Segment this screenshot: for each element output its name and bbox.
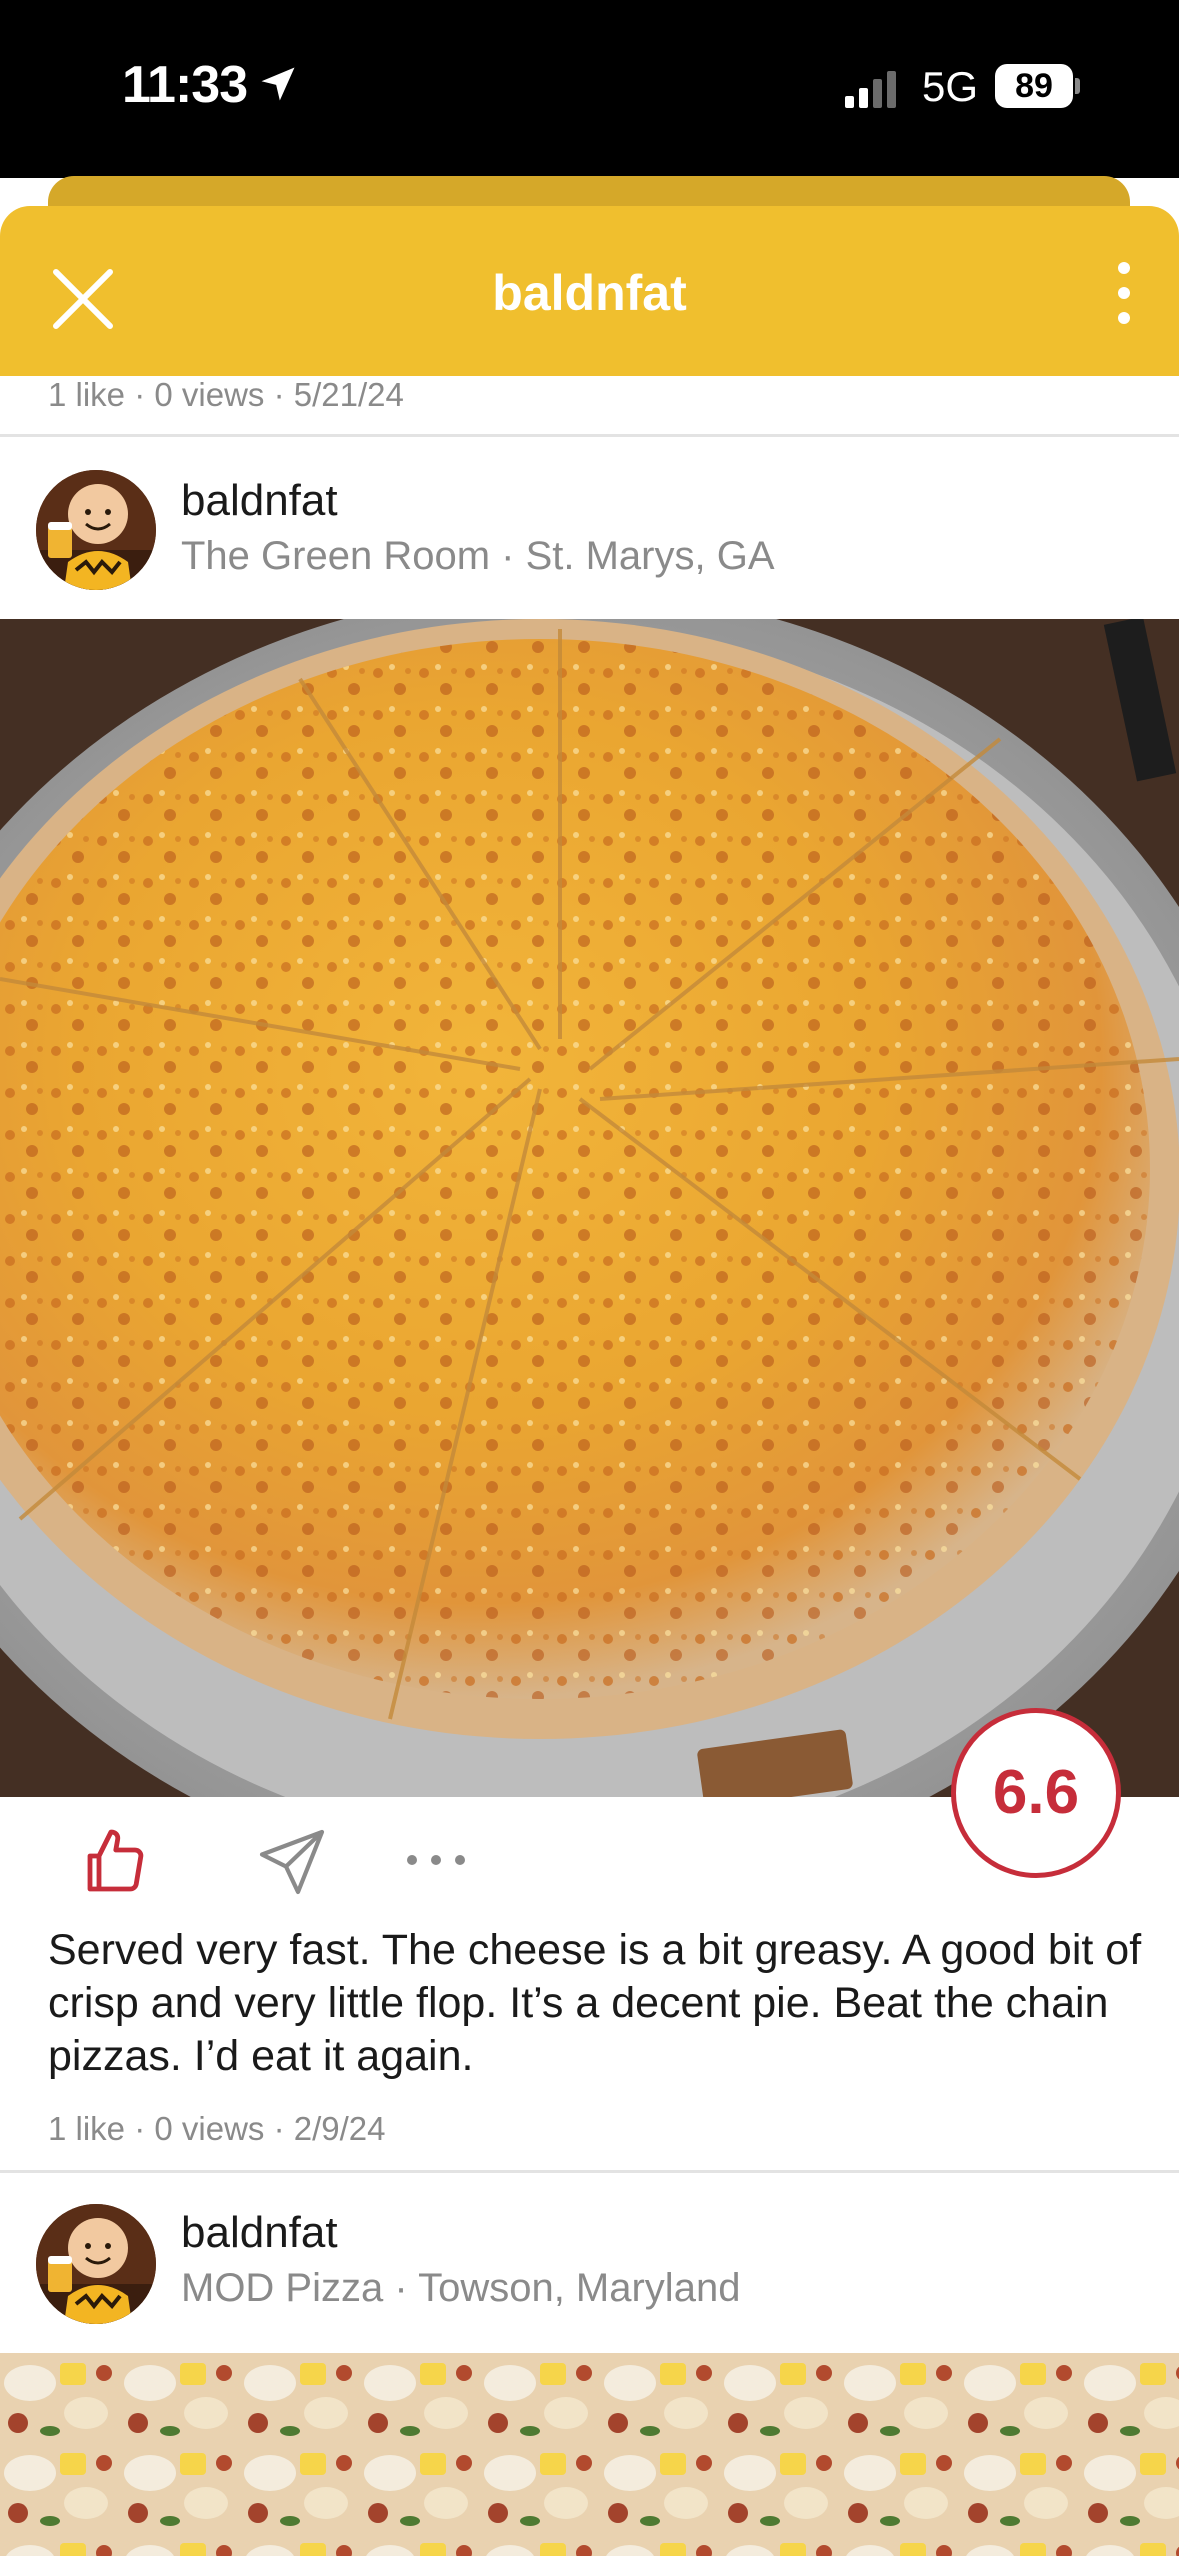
post-author[interactable]: baldnfat bbox=[181, 2208, 338, 2258]
signal-icon bbox=[845, 71, 896, 108]
more-horizontal-icon[interactable] bbox=[404, 1848, 468, 1872]
rating-badge: 6.6 bbox=[951, 1708, 1121, 1878]
divider bbox=[0, 2170, 1179, 2173]
more-vertical-icon[interactable] bbox=[1104, 258, 1144, 328]
page-title: baldnfat bbox=[492, 265, 687, 321]
post-header[interactable]: baldnfat The Green Room · St. Marys, GA bbox=[0, 440, 1179, 620]
network-type: 5G bbox=[922, 63, 979, 110]
avatar[interactable] bbox=[36, 470, 156, 590]
header-bar: baldnfat bbox=[0, 206, 1179, 376]
review-text: Served very fast. The cheese is a bit gr… bbox=[48, 1926, 1142, 2080]
status-time: 11:33 bbox=[122, 56, 248, 114]
post-location[interactable]: MOD Pizza · Towson, Maryland bbox=[181, 2266, 740, 2311]
post-author[interactable]: baldnfat bbox=[181, 476, 338, 526]
status-bar: 11:33 5G 89 bbox=[0, 0, 1179, 178]
avatar[interactable] bbox=[36, 2204, 156, 2324]
battery-tip bbox=[1075, 78, 1080, 94]
post-photo[interactable] bbox=[0, 2353, 1179, 2556]
post-location[interactable]: The Green Room · St. Marys, GA bbox=[181, 534, 775, 579]
post-photo[interactable] bbox=[0, 619, 1179, 1797]
battery-indicator: 89 bbox=[995, 64, 1073, 108]
post-meta: 1 like · 0 views · 5/21/24 bbox=[48, 376, 404, 413]
post-meta: 1 like · 0 views · 2/9/24 bbox=[48, 2110, 386, 2147]
divider bbox=[0, 434, 1179, 437]
post-header[interactable]: baldnfat MOD Pizza · Towson, Maryland bbox=[0, 2176, 1179, 2356]
thumbs-up-icon[interactable] bbox=[78, 1826, 150, 1898]
send-icon[interactable] bbox=[256, 1826, 328, 1898]
location-arrow-icon bbox=[261, 67, 295, 101]
